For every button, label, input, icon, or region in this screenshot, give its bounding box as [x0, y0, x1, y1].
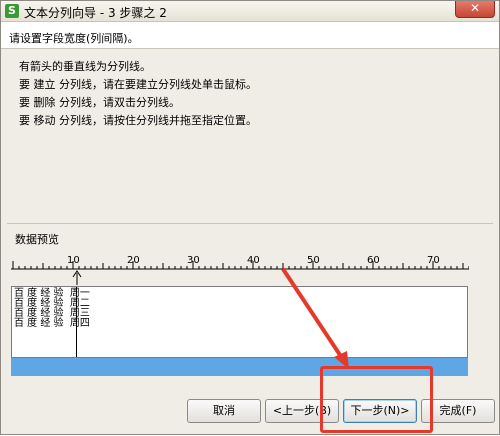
annotation-arrow [281, 267, 346, 363]
annotation-highlight-box [320, 366, 433, 433]
text-import-wizard-window: S 文本分列向导 - 3 步骤之 2 ✕ 请设置字段宽度(列间隔)。 有箭头的垂… [0, 0, 500, 435]
